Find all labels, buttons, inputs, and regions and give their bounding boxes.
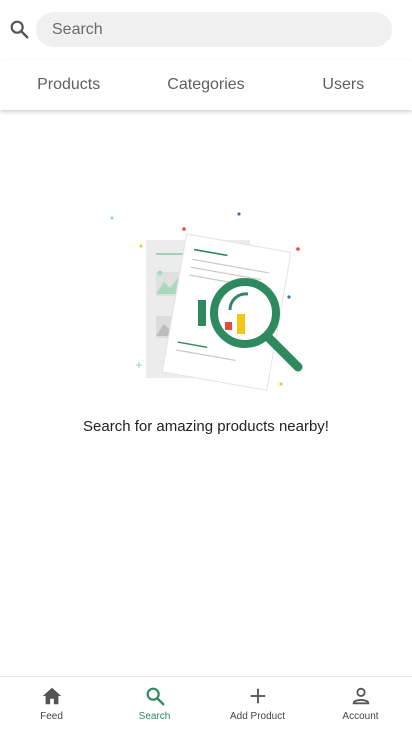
nav-label-add-product: Add Product bbox=[229, 711, 286, 722]
tab-users[interactable]: Users bbox=[275, 60, 412, 110]
search-icon bbox=[146, 687, 164, 706]
plus-icon bbox=[250, 688, 265, 704]
bottom-navigation: Feed Search Add Product Account bbox=[0, 676, 412, 732]
nav-item-feed[interactable]: Feed bbox=[0, 677, 103, 732]
nav-item-add-product[interactable]: Add Product bbox=[206, 677, 309, 732]
person-icon bbox=[352, 687, 369, 705]
nav-label-search: Search bbox=[138, 711, 171, 722]
empty-state-message: Search for amazing products nearby! bbox=[83, 418, 329, 435]
tab-bar: Products Categories Users bbox=[0, 60, 412, 110]
nav-label-feed: Feed bbox=[40, 711, 63, 722]
home-icon bbox=[42, 687, 61, 705]
tab-products[interactable]: Products bbox=[0, 60, 137, 110]
tab-categories[interactable]: Categories bbox=[137, 60, 274, 110]
search-bar bbox=[0, 0, 412, 60]
nav-label-account: Account bbox=[342, 711, 379, 722]
search-icon[interactable] bbox=[8, 18, 30, 40]
nav-item-account[interactable]: Account bbox=[309, 677, 412, 732]
search-illustration bbox=[110, 212, 303, 391]
nav-item-search[interactable]: Search bbox=[103, 677, 206, 732]
search-input[interactable] bbox=[36, 12, 392, 47]
